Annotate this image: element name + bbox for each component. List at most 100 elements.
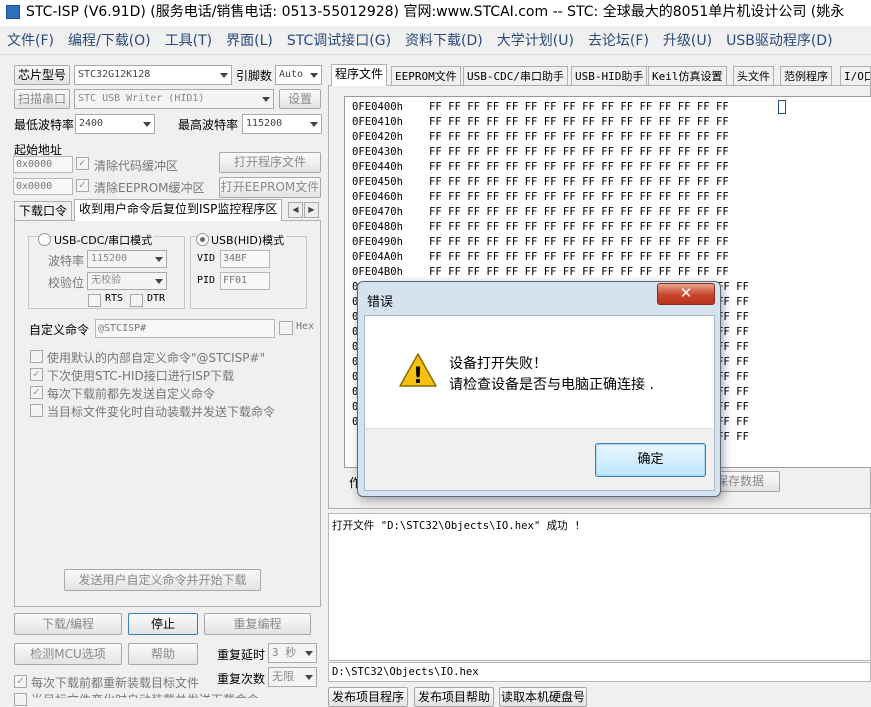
vid-input[interactable]: 34BF — [220, 250, 270, 268]
repeat-delay-select[interactable]: 3 秒 — [268, 643, 317, 663]
tab-download-password[interactable]: 下载口令 — [14, 201, 73, 221]
pid-label: PID — [197, 275, 216, 286]
menu-debug[interactable]: STC调试接口(G) — [280, 28, 398, 54]
tab-header-file[interactable]: 头文件 — [733, 66, 774, 86]
close-icon[interactable]: ✕ — [657, 283, 715, 305]
eeprom-address-input[interactable]: 0x0000 — [13, 178, 73, 195]
hex-row: 0FE0420h FF FF FF FF FF FF FF FF FF FF FF… — [352, 130, 729, 145]
use-default-command-label: 使用默认的内部自定义命令"@STCISP#" — [47, 351, 266, 365]
read-disk-id-button[interactable]: 读取本机硬盘号 — [499, 687, 587, 707]
repeat-count-select[interactable]: 无限 — [268, 667, 317, 687]
hid-mode-label: USB(HID)模式 — [211, 232, 287, 248]
pins-select[interactable]: Auto — [275, 65, 322, 85]
repeat-count-value: 无限 — [272, 670, 294, 683]
tab-reset-isp[interactable]: 收到用户命令后复位到ISP监控程序区 — [74, 199, 283, 221]
min-baud-select[interactable]: 2400 — [75, 114, 155, 134]
hex-checkbox[interactable] — [279, 321, 293, 335]
chip-model-button[interactable]: 芯片型号 — [14, 65, 70, 85]
menu-docs[interactable]: 资料下载(D) — [398, 28, 490, 54]
menu-upgrade[interactable]: 升级(U) — [656, 28, 719, 54]
clear-eeprom-checkbox[interactable]: ✓ — [76, 179, 89, 192]
output-log[interactable]: 打开文件 "D:\STC32\Objects\IO.hex" 成功 ! — [328, 513, 871, 661]
hid-mode-radio[interactable] — [196, 233, 209, 246]
auto-load-send-checkbox[interactable] — [30, 404, 43, 417]
publish-help-button[interactable]: 发布项目帮助 — [414, 687, 494, 707]
cdc-baud-select[interactable]: 115200 — [87, 250, 167, 268]
menu-tools[interactable]: 工具(T) — [158, 28, 219, 54]
send-before-download-checkbox[interactable]: ✓ — [30, 386, 43, 399]
port-select[interactable]: STC USB Writer (HID1) — [74, 89, 274, 109]
hex-bytes: FF FF FF FF FF FF FF FF FF FF FF FF FF F… — [429, 176, 729, 188]
chevron-down-icon — [262, 97, 270, 102]
chevron-down-icon — [310, 73, 318, 78]
window-title: STC-ISP (V6.91D) (服务电话/销售电话: 0513-550129… — [26, 4, 845, 20]
repeat-delay-label: 重复延时 — [217, 648, 266, 662]
tab-eeprom-file[interactable]: EEPROM文件 — [391, 66, 461, 86]
ok-button[interactable]: 确定 — [595, 443, 706, 477]
custom-command-input[interactable]: @STCISP# — [95, 319, 275, 338]
hex-bytes: FF FF — [717, 326, 749, 338]
min-baud-label: 最低波特率 — [14, 118, 75, 132]
send-custom-command-button[interactable]: 发送用户自定义命令并开始下载 — [64, 569, 261, 591]
hex-bytes: FF FF — [717, 401, 749, 413]
pid-input[interactable]: FF01 — [220, 272, 270, 290]
menu-university[interactable]: 大学计划(U) — [490, 28, 581, 54]
dtr-checkbox[interactable] — [130, 294, 143, 307]
menu-interface[interactable]: 界面(L) — [219, 28, 280, 54]
hex-row: 0FE04B0h FF FF FF FF FF FF FF FF FF FF FF… — [352, 265, 729, 280]
chevron-down-icon — [155, 279, 163, 284]
dialog-message-line1: 设备打开失败！ — [449, 356, 547, 372]
port-settings-button[interactable]: 设置 — [279, 89, 321, 109]
rts-checkbox[interactable] — [88, 294, 101, 307]
chevron-down-icon — [305, 651, 313, 656]
tab-scroll-left-icon[interactable]: ◀ — [288, 202, 303, 218]
menu-usb-driver[interactable]: USB驱动程序(D) — [719, 28, 839, 54]
help-button[interactable]: 帮助 — [128, 643, 198, 665]
auto-load-on-change-checkbox[interactable] — [14, 693, 27, 706]
dialog-body: ! 设备打开失败！ 请检查设备是否与电脑正确连接 . 确定 — [364, 315, 715, 491]
file-path-field: D:\STC32\Objects\IO.hex — [328, 662, 871, 682]
cdc-mode-radio[interactable] — [38, 233, 51, 246]
cdc-baud-label: 波特率 — [48, 254, 85, 268]
next-use-hid-checkbox[interactable]: ✓ — [30, 368, 43, 381]
hex-bytes: FF FF FF FF FF FF FF FF FF FF FF FF FF F… — [429, 191, 729, 203]
hex-bytes: FF FF — [717, 356, 749, 368]
publish-program-button[interactable]: 发布项目程序 — [328, 687, 408, 707]
tab-example-programs[interactable]: 范例程序 — [780, 66, 832, 86]
code-address-input[interactable]: 0x0000 — [13, 156, 73, 173]
clear-code-checkbox[interactable]: ✓ — [76, 157, 89, 170]
menu-forum[interactable]: 去论坛(F) — [581, 28, 656, 54]
repeat-program-button[interactable]: 重复编程 — [204, 613, 311, 635]
custom-command-label: 自定义命令 — [29, 323, 90, 337]
chevron-down-icon — [155, 257, 163, 262]
clear-code-label: 清除代码缓冲区 — [94, 159, 179, 173]
menu-program[interactable]: 编程/下载(O) — [61, 28, 158, 54]
tab-keil-settings[interactable]: Keil仿真设置 — [648, 66, 727, 86]
scan-port-button[interactable]: 扫描串口 — [14, 89, 70, 109]
stop-button[interactable]: 停止 — [128, 613, 198, 635]
max-baud-value: 115200 — [246, 118, 283, 129]
text-cursor — [778, 100, 786, 114]
dtr-label: DTR — [147, 293, 166, 304]
tab-scroll-right-icon[interactable]: ▶ — [304, 202, 319, 218]
parity-select[interactable]: 无校验 — [87, 272, 167, 290]
menu-file[interactable]: 文件(F) — [0, 28, 61, 54]
hex-row: 0FE0460h FF FF FF FF FF FF FF FF FF FF FF… — [352, 190, 729, 205]
download-program-button[interactable]: 下载/编程 — [14, 613, 122, 635]
hex-address: 0FE0490h — [352, 236, 404, 248]
repeat-count-label: 重复次数 — [217, 672, 266, 686]
chip-model-select[interactable]: STC32G12K128 — [74, 65, 232, 85]
open-program-file-button[interactable]: 打开程序文件 — [219, 152, 321, 173]
hex-row: 0FE0400h FF FF FF FF FF FF FF FF FF FF FF… — [352, 100, 729, 115]
detect-mcu-button[interactable]: 检测MCU选项 — [14, 643, 122, 665]
tab-io-port[interactable]: I/O口 — [840, 66, 871, 86]
hex-bytes: FF FF — [717, 386, 749, 398]
tab-program-file[interactable]: 程序文件 — [331, 64, 388, 86]
use-default-command-checkbox[interactable] — [30, 350, 43, 363]
open-eeprom-file-button[interactable]: 打开EEPROM文件 — [219, 177, 321, 198]
tab-usb-hid-helper[interactable]: USB-HID助手 — [571, 66, 648, 86]
tab-usb-cdc-helper[interactable]: USB-CDC/串口助手 — [463, 66, 568, 86]
app-icon — [6, 5, 20, 19]
max-baud-select[interactable]: 115200 — [242, 114, 322, 134]
reload-before-download-checkbox[interactable]: ✓ — [14, 675, 27, 688]
